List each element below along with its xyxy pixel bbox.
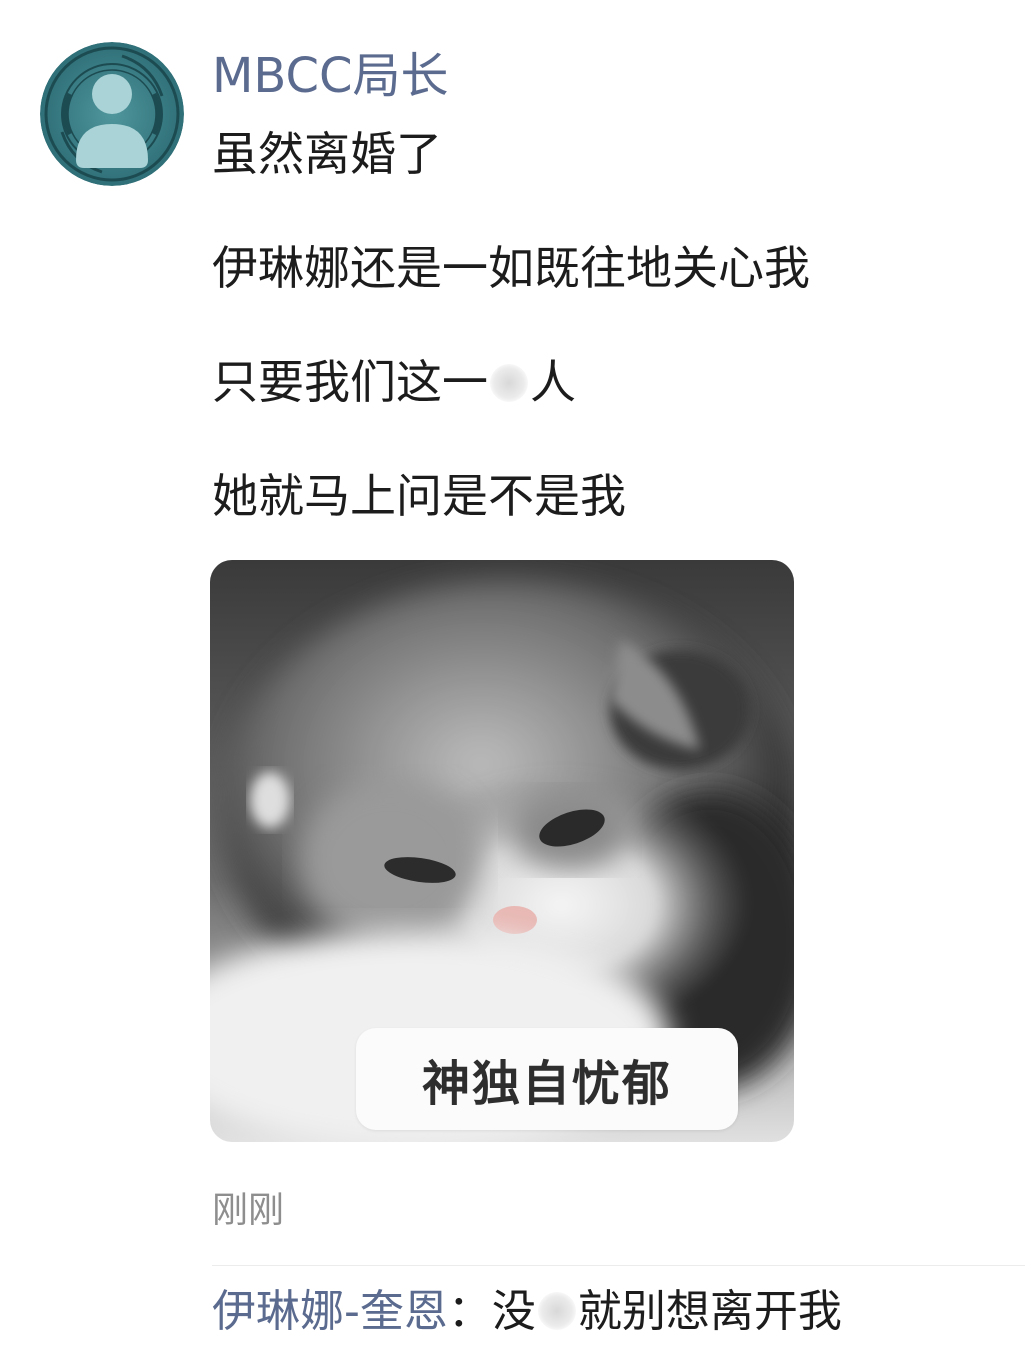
post-text-line-3: 只要我们这一人	[212, 354, 576, 410]
comment-author[interactable]: 伊琳娜-奎恩	[212, 1286, 448, 1337]
comment-separator: ：	[447, 1286, 492, 1337]
post-text-line-3-start: 只要我们这一	[212, 355, 488, 409]
feed-post: MBCC局长 虽然离婚了 伊琳娜还是一如既往地关心我 只要我们这一人 她就马上问…	[0, 0, 1025, 1366]
comment-text-start: 没	[491, 1286, 536, 1337]
comment-item[interactable]: 伊琳娜-奎恩：没 就别想离开我	[212, 1284, 842, 1340]
post-image[interactable]: 神独自忧郁	[210, 560, 794, 1142]
post-text-line-1: 虽然离婚了	[212, 127, 442, 181]
post-text-line-2: 伊琳娜还是一如既往地关心我	[212, 241, 810, 295]
comment-divider	[212, 1265, 1025, 1266]
post-text-line-3-end: 人	[530, 355, 576, 409]
post-timestamp: 刚刚	[212, 1190, 285, 1231]
comment-text-end: 就别想离开我	[577, 1286, 842, 1337]
censored-character-blur	[537, 1292, 576, 1330]
censored-character-blur	[490, 364, 528, 402]
avatar-seal-icon	[40, 42, 184, 186]
image-caption: 神独自忧郁	[356, 1028, 738, 1130]
author-name[interactable]: MBCC局长	[212, 46, 449, 106]
post-text-line-4: 她就马上问是不是我	[212, 469, 626, 523]
author-avatar[interactable]	[40, 42, 184, 186]
